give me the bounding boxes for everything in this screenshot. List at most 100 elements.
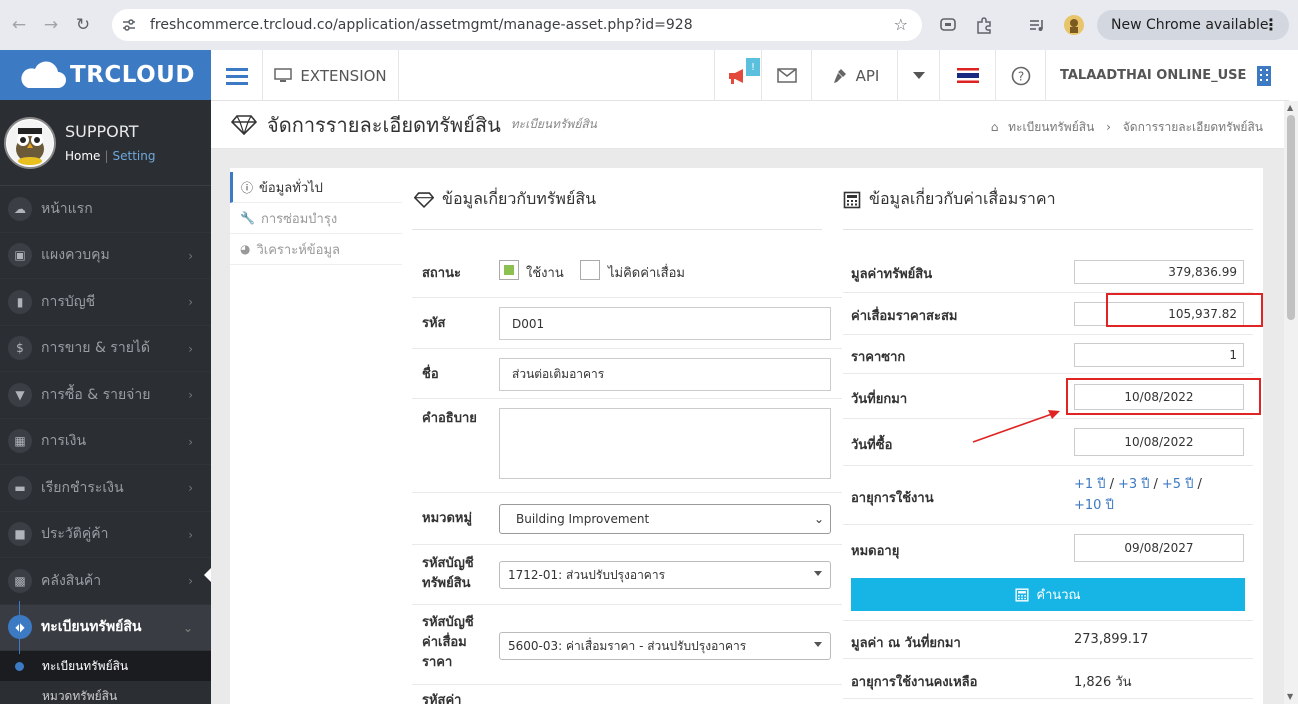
reload-icon[interactable]: ↻ [70, 12, 96, 38]
trcloud-logo[interactable]: TRCLOUD [0, 50, 211, 100]
asset-account-value: 1712-01: ส่วนปรับปรุงอาคาร [508, 567, 666, 582]
life-plus-1-link[interactable]: +1 ปี [1074, 477, 1106, 492]
breadcrumb-separator: › [1106, 120, 1111, 134]
tab-search-icon[interactable] [937, 14, 959, 36]
language-button[interactable] [940, 50, 996, 101]
salvage-input[interactable]: 1 [1074, 343, 1244, 367]
asset-account-row: รหัสบัญชี ทรัพย์สิน 1712-01: ส่วนปรับปรุ… [412, 544, 842, 604]
home-icon[interactable]: ⌂ [991, 120, 999, 134]
expire-date-input[interactable]: 09/08/2027 [1074, 534, 1244, 562]
hamburger-menu-button[interactable] [211, 50, 263, 101]
breadcrumb-asset-register[interactable]: ทะเบียนทรัพย์สิน [1008, 120, 1094, 134]
mail-button[interactable] [762, 50, 812, 101]
useful-life-options: +1 ปี / +3 ปี / +5 ปี / +10 ปี [1074, 477, 1202, 513]
annotation-box-carry-forward-date [1066, 378, 1261, 415]
next-account-row: รหัสค่า [412, 684, 842, 704]
sidebar-item-billing[interactable]: ▬ เรียกชำระเงิน › [0, 465, 211, 512]
sidebar-item-home[interactable]: ☁ หน้าแรก [0, 186, 211, 233]
purchase-date-input[interactable]: 10/08/2022 [1074, 428, 1244, 456]
caret-down-icon [814, 642, 822, 647]
address-book-icon: ■ [8, 522, 32, 547]
new-chrome-available-button[interactable]: New Chrome available ⋮ [1097, 10, 1289, 40]
active-checkbox-label: ใช้งาน [526, 266, 564, 281]
chevron-down-icon: ⌄ [182, 620, 193, 635]
calculate-button[interactable]: คำนวณ [851, 578, 1245, 611]
value-at-carry-row: มูลค่า ณ วันที่ยกมา 273,899.17 [843, 620, 1253, 658]
address-bar[interactable]: freshcommerce.trcloud.co/application/ass… [112, 9, 922, 41]
chevron-right-icon: › [188, 388, 193, 402]
description-row: คำอธิบาย [412, 398, 842, 492]
sidebar-item-label: แผงควบคุม [41, 247, 110, 264]
forward-icon[interactable]: → [38, 12, 64, 38]
company-menu[interactable]: TALAADTHAI ONLINE_USE [1060, 50, 1272, 101]
dropdown-button[interactable] [898, 50, 940, 101]
remaining-life-row: อายุการใช้งานคงเหลือ 1,826 วัน [843, 658, 1253, 698]
desktop-icon [274, 68, 293, 82]
sidebar-item-purchases[interactable]: ▼ การซื้อ & รายจ่าย › [0, 372, 211, 419]
useful-life-label: อายุการใช้งาน [851, 491, 934, 506]
setting-link[interactable]: Setting [112, 149, 155, 163]
sidebar-item-dashboard[interactable]: ▣ แผงควบคุม › [0, 233, 211, 279]
chevron-right-icon: › [188, 295, 193, 309]
pie-chart-icon: ◕ [240, 242, 251, 256]
description-textarea[interactable] [499, 408, 831, 479]
life-plus-10-link[interactable]: +10 ปี [1074, 498, 1114, 513]
help-button[interactable]: ? [996, 50, 1046, 101]
asset-account-select[interactable]: 1712-01: ส่วนปรับปรุงอาคาร [499, 561, 831, 589]
tab-maintenance[interactable]: 🔧 การซ่อมบำรุง [230, 203, 402, 234]
sidebar-item-label: การซื้อ & รายจ่าย [41, 386, 151, 403]
tab-analysis[interactable]: ◕ วิเคราะห์ข้อมูล [230, 234, 402, 265]
api-button[interactable]: API [812, 50, 898, 101]
category-select[interactable]: Building Improvement ⌄ [499, 504, 831, 534]
extension-button[interactable]: EXTENSION [263, 50, 399, 101]
announcement-button[interactable]: ! [714, 50, 762, 101]
active-caret [204, 568, 211, 582]
chevron-right-icon: › [188, 527, 193, 542]
sidebar-item-contacts[interactable]: ■ ประวัติคู่ค้า › [0, 512, 211, 558]
status-row: สถานะ ใช้งาน ไม่คิดค่าเสื่อม [412, 252, 842, 297]
sidebar-item-accounting[interactable]: ▮ การบัญชี › [0, 279, 211, 326]
dep-account-label-line2: ค่าเสื่อม [422, 635, 467, 650]
scroll-down-icon[interactable]: ▼ [1287, 692, 1293, 701]
sidebar-item-label: การบัญชี [41, 293, 96, 310]
depreciation-account-value: 5600-03: ค่าเสื่อมราคา - ส่วนปรับปรุงอาค… [508, 638, 747, 653]
scroll-up-icon[interactable]: ▲ [1287, 103, 1293, 112]
sidebar-subitem-asset-register[interactable]: ทะเบียนทรัพย์สิน [0, 651, 211, 681]
bookmark-star-icon[interactable]: ☆ [894, 15, 908, 34]
more-menu-icon[interactable]: ⋮ [1263, 15, 1279, 34]
expire-date-row: หมดอายุ 09/08/2027 [843, 524, 1253, 570]
site-settings-icon[interactable] [118, 14, 140, 36]
sidebar-item-inventory[interactable]: ▩ คลังสินค้า › [0, 558, 211, 605]
page-header: จัดการรายละเอียดทรัพย์สิน ทะเบียนทรัพย์ส… [211, 101, 1289, 149]
no-depreciation-checkbox[interactable] [580, 260, 600, 280]
name-label: ชื่อ [422, 367, 439, 382]
home-link[interactable]: Home [65, 149, 100, 163]
code-input[interactable]: D001 [499, 307, 831, 340]
sidebar-item-sales[interactable]: $ การขาย & รายได้ › [0, 326, 211, 372]
sidebar-item-asset-register[interactable]: ◆ ทะเบียนทรัพย์สิน ⌄ [0, 604, 211, 651]
section-divider [412, 229, 822, 230]
asset-value-input[interactable]: 379,836.99 [1074, 260, 1244, 284]
sidebar-item-label: ประวัติคู่ค้า [41, 526, 109, 543]
avatar[interactable] [4, 116, 56, 169]
back-icon[interactable]: ← [6, 12, 32, 38]
life-plus-5-link[interactable]: +5 ปี [1162, 477, 1194, 492]
name-input[interactable]: ส่วนต่อเติมอาคาร [499, 358, 831, 391]
tab-label: การซ่อมบำรุง [260, 211, 338, 227]
wrench-icon: 🔧 [240, 211, 255, 225]
depreciation-account-select[interactable]: 5600-03: ค่าเสื่อมราคา - ส่วนปรับปรุงอาค… [499, 632, 831, 660]
depreciation-title: ข้อมูลเกี่ยวกับค่าเสื่อมราคา [843, 187, 1056, 212]
media-controls-icon[interactable] [1026, 14, 1048, 36]
tab-general[interactable]: ⓘ ข้อมูลทั่วไป [230, 172, 402, 203]
sidebar-subitem-asset-category[interactable]: หมวดทรัพย์สิน [0, 681, 211, 704]
profile-avatar-icon[interactable] [1062, 13, 1086, 37]
new-chrome-label: New Chrome available [1111, 17, 1269, 33]
scrollbar-thumb[interactable] [1287, 115, 1295, 320]
extensions-icon[interactable] [973, 14, 995, 36]
value-at-carry-value: 273,899.17 [1074, 632, 1149, 647]
calendar-icon: ▦ [8, 429, 32, 454]
code-label: รหัส [422, 316, 446, 331]
life-plus-3-link[interactable]: +3 ปี [1118, 477, 1150, 492]
sidebar-item-finance[interactable]: ▦ การเงิน › [0, 419, 211, 465]
active-checkbox[interactable] [499, 260, 519, 280]
